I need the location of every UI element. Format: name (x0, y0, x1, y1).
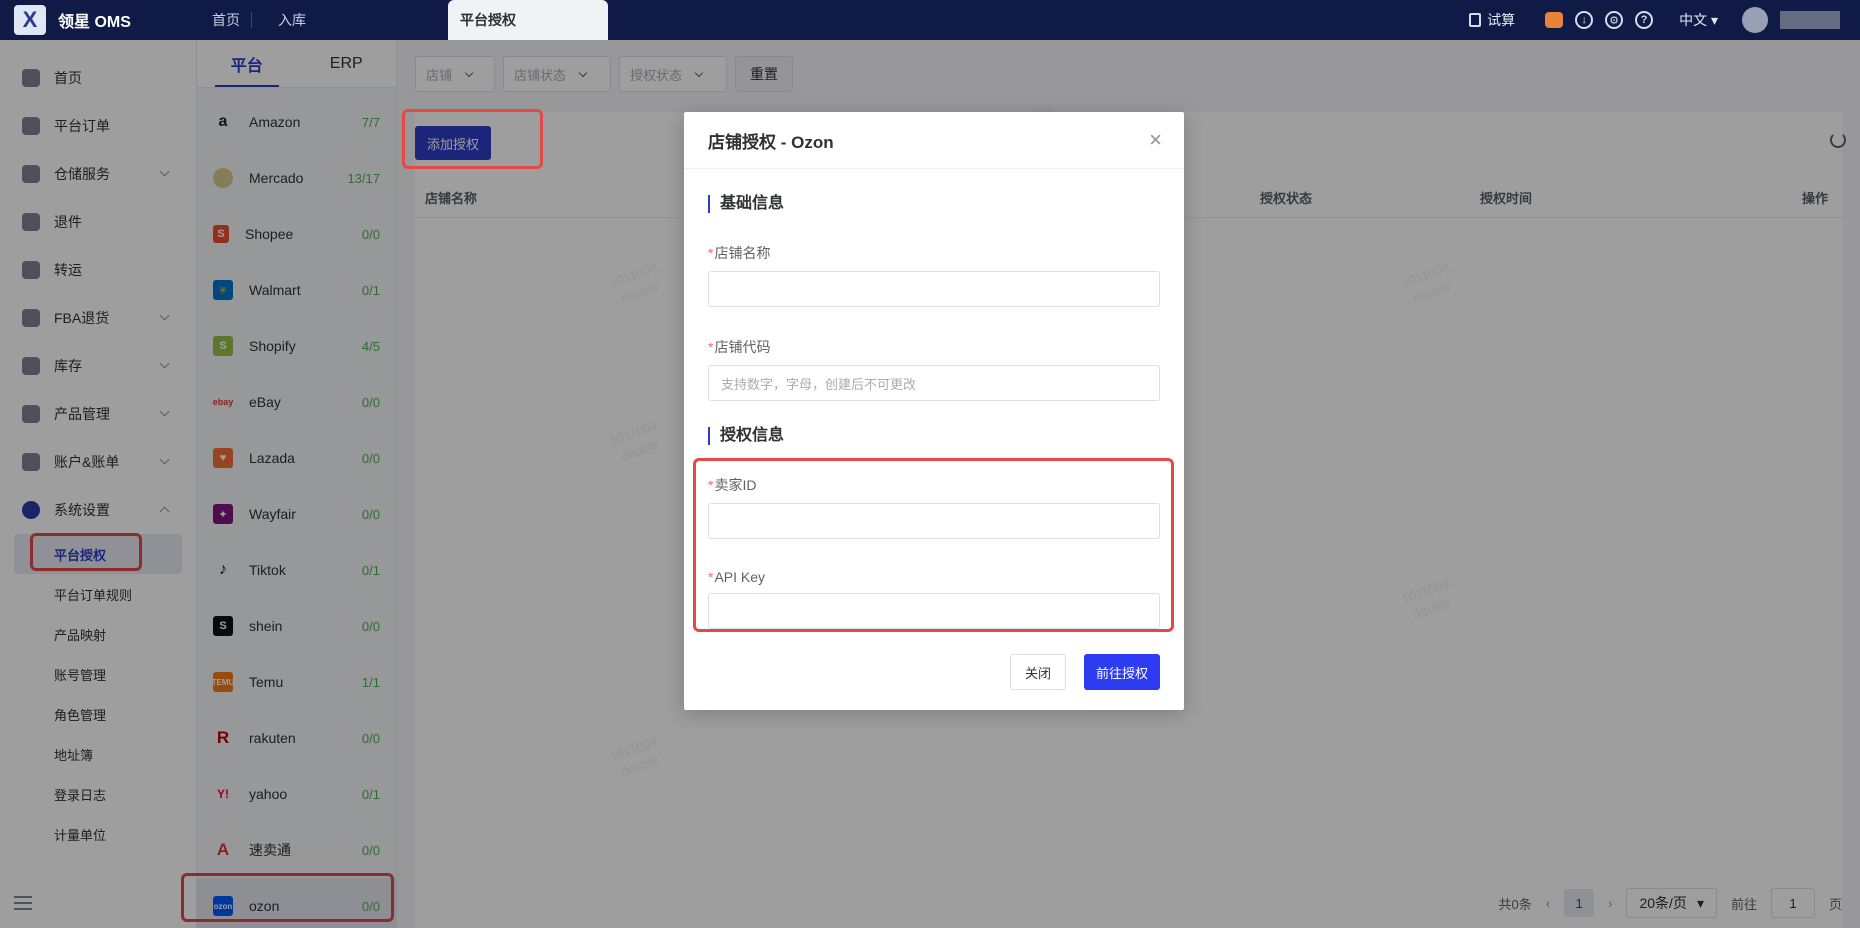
app-logo[interactable]: X 领星 OMS (0, 5, 200, 35)
app-title: 领星 OMS (58, 14, 131, 31)
calculator-icon[interactable] (1469, 13, 1482, 27)
logo-icon: X (14, 5, 46, 35)
avatar[interactable] (1742, 7, 1768, 33)
shop-name-input[interactable] (708, 271, 1160, 307)
close-button[interactable]: 关闭 (1009, 654, 1066, 690)
section-basic-info: 基础信息 (708, 195, 1160, 213)
highlight-box (693, 458, 1174, 632)
trial-link[interactable]: 试算 (1487, 10, 1515, 30)
download-icon[interactable]: ↓ (1575, 11, 1594, 29)
help-icon[interactable]: ? (1635, 11, 1654, 29)
shop-code-label: *店铺代码 (708, 339, 771, 355)
user-name[interactable] (1780, 11, 1840, 29)
dialog-footer: 关闭 前往授权 (1009, 654, 1160, 690)
shop-code-input[interactable]: 支持数字，字母，创建后不可更改 (708, 365, 1160, 401)
dialog-header: 店铺授权 - Ozon × (684, 112, 1184, 169)
page-tabs: 首页 入库 平台授权 (200, 0, 608, 40)
shop-name-label: *店铺名称 (708, 245, 771, 261)
settings-icon[interactable]: ⚙ (1605, 11, 1624, 29)
close-icon[interactable]: × (1149, 129, 1162, 151)
tab-home[interactable]: 首页 (200, 0, 252, 40)
robot-icon[interactable] (1545, 12, 1564, 28)
go-authorize-button[interactable]: 前往授权 (1083, 654, 1160, 690)
section-auth-info: 授权信息 (708, 427, 1160, 445)
tab-inbound[interactable]: 入库 (266, 0, 318, 40)
dialog-title: 店铺授权 - Ozon (708, 132, 834, 152)
tab-platform-auth[interactable]: 平台授权 (448, 0, 608, 40)
highlight-box (402, 109, 543, 169)
top-bar: X 领星 OMS 首页 入库 平台授权 试算 ↓ ⚙ ? 中文 ▾ (0, 0, 1860, 40)
top-right-actions: 试算 ↓ ⚙ ? 中文 ▾ (1469, 0, 1840, 40)
language-select[interactable]: 中文 ▾ (1679, 10, 1718, 30)
